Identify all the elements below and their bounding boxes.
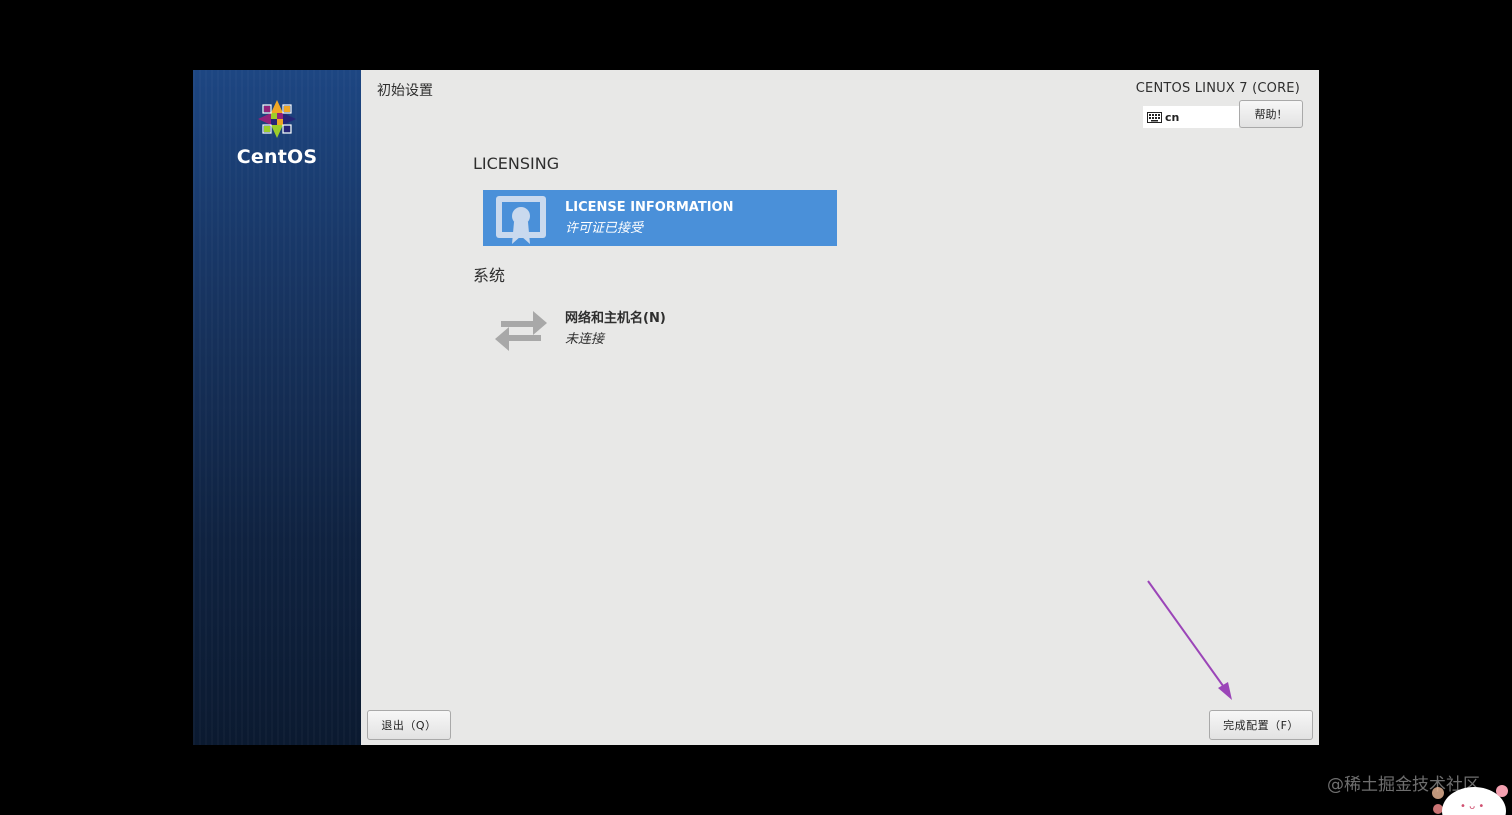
mascot-icon: • ᴗ • xyxy=(1432,785,1508,815)
spoke-title: LICENSE INFORMATION xyxy=(565,200,734,215)
page-title: 初始设置 xyxy=(377,83,433,99)
spoke-title: 网络和主机名(N) xyxy=(565,311,666,326)
keyboard-layout-indicator[interactable]: cn xyxy=(1143,106,1239,128)
logo-text: CentOS xyxy=(236,146,318,168)
section-title-licensing: LICENSING xyxy=(473,154,560,173)
help-button[interactable]: 帮助！ xyxy=(1239,100,1303,128)
spoke-status: 许可证已接受 xyxy=(565,221,644,236)
sidebar: CentOS xyxy=(193,70,361,745)
screen: CentOS 初始设置 CENTOS LINUX 7 (CORE) cn 帮助！… xyxy=(0,0,1512,815)
section-title-system: 系统 xyxy=(473,266,506,285)
license-certificate-icon xyxy=(493,190,549,246)
spoke-status: 未连接 xyxy=(565,332,605,347)
keyboard-layout-label: cn xyxy=(1165,110,1180,124)
spoke-network-hostname[interactable]: 网络和主机名(N) 未连接 xyxy=(483,299,837,355)
product-name: CENTOS LINUX 7 (CORE) xyxy=(1135,81,1300,96)
finish-configuration-button[interactable]: 完成配置（F） xyxy=(1209,710,1313,740)
centos-logo: CentOS xyxy=(193,98,361,168)
centos-logo-icon xyxy=(258,100,296,138)
svg-text:• ᴗ •: • ᴗ • xyxy=(1460,801,1484,812)
keyboard-icon xyxy=(1147,111,1162,123)
spoke-license-information[interactable]: LICENSE INFORMATION 许可证已接受 xyxy=(483,190,837,246)
quit-button[interactable]: 退出（Q） xyxy=(367,710,451,740)
network-arrows-icon xyxy=(493,299,549,355)
annotation-arrow-icon xyxy=(1147,580,1232,700)
